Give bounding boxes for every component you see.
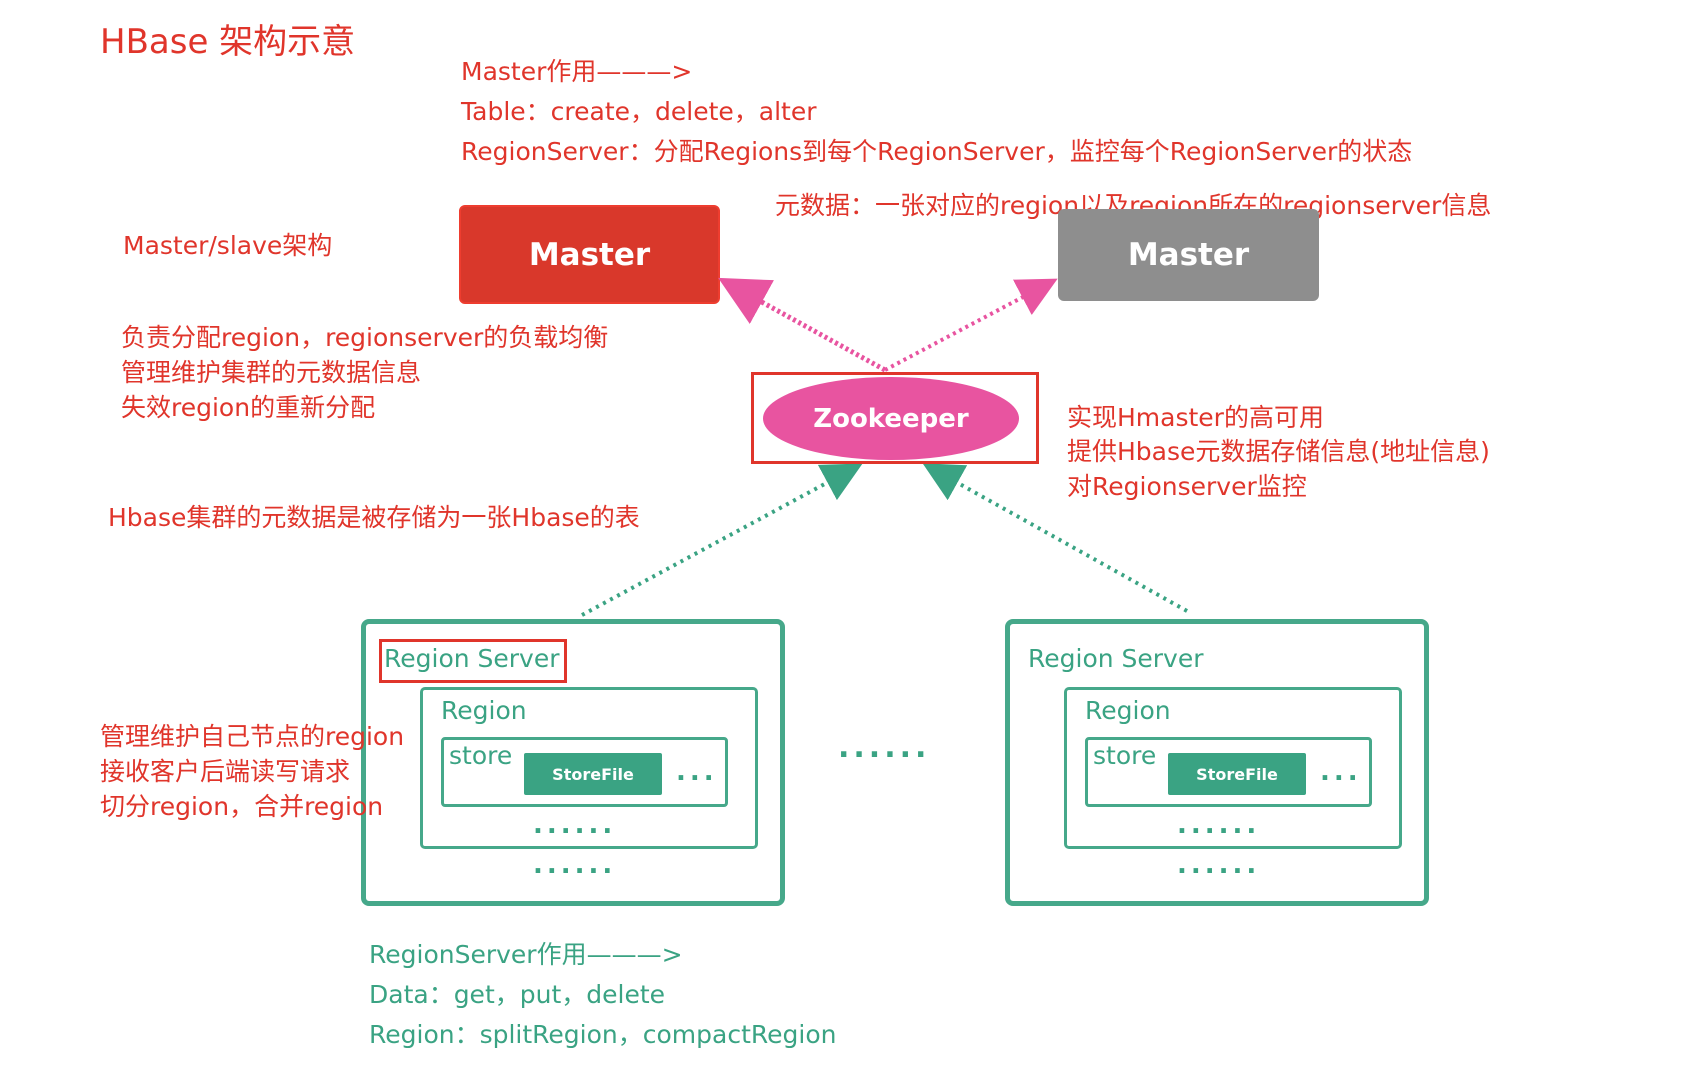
- store-2-label: store: [1093, 741, 1157, 770]
- storefile-1: StoreFile: [524, 753, 662, 795]
- arrow-zk-to-master-active: [718, 277, 887, 373]
- region-server-2-label: Region Server: [1028, 644, 1204, 673]
- region-server-1-more: ......: [533, 850, 617, 880]
- meta-table-note: Hbase集群的元数据是被存储为一张Hbase的表: [108, 503, 640, 532]
- zookeeper-node: Zookeeper: [763, 377, 1019, 460]
- region-server-1-label: Region Server: [384, 644, 560, 673]
- region-2-more: ......: [1177, 810, 1261, 840]
- regionserver-duty-2: 接收客户后端读写请求: [100, 757, 351, 786]
- store-2-more: ...: [1320, 757, 1362, 787]
- store-1-more: ...: [676, 757, 718, 787]
- connector-arrows: [581, 277, 1188, 617]
- more-region-servers: ......: [838, 730, 931, 765]
- regionserver-duty-1: 管理维护自己节点的region: [100, 722, 405, 751]
- regionserver-role-heading: RegionServer作用———>: [369, 940, 683, 969]
- region-server-2-more: ......: [1177, 850, 1261, 880]
- arrow-zk-to-master-standby: [884, 278, 1058, 372]
- store-1-label: store: [449, 741, 513, 770]
- region-1-label: Region: [441, 696, 527, 725]
- region-2-label: Region: [1085, 696, 1171, 725]
- arrow-rs1-to-zk: [581, 463, 863, 617]
- regionserver-duty-3: 切分region，合并region: [100, 792, 384, 821]
- storefile-2: StoreFile: [1168, 753, 1306, 795]
- zookeeper-duty-3: 对Regionserver监控: [1067, 472, 1307, 501]
- zookeeper-duty-2: 提供Hbase元数据存储信息(地址信息): [1067, 437, 1490, 466]
- regionserver-role-data: Data：get，put，delete: [369, 980, 666, 1009]
- regionserver-role-region: Region：splitRegion，compactRegion: [369, 1020, 837, 1049]
- region-1-more: ......: [533, 810, 617, 840]
- zookeeper-duty-1: 实现Hmaster的高可用: [1067, 403, 1324, 432]
